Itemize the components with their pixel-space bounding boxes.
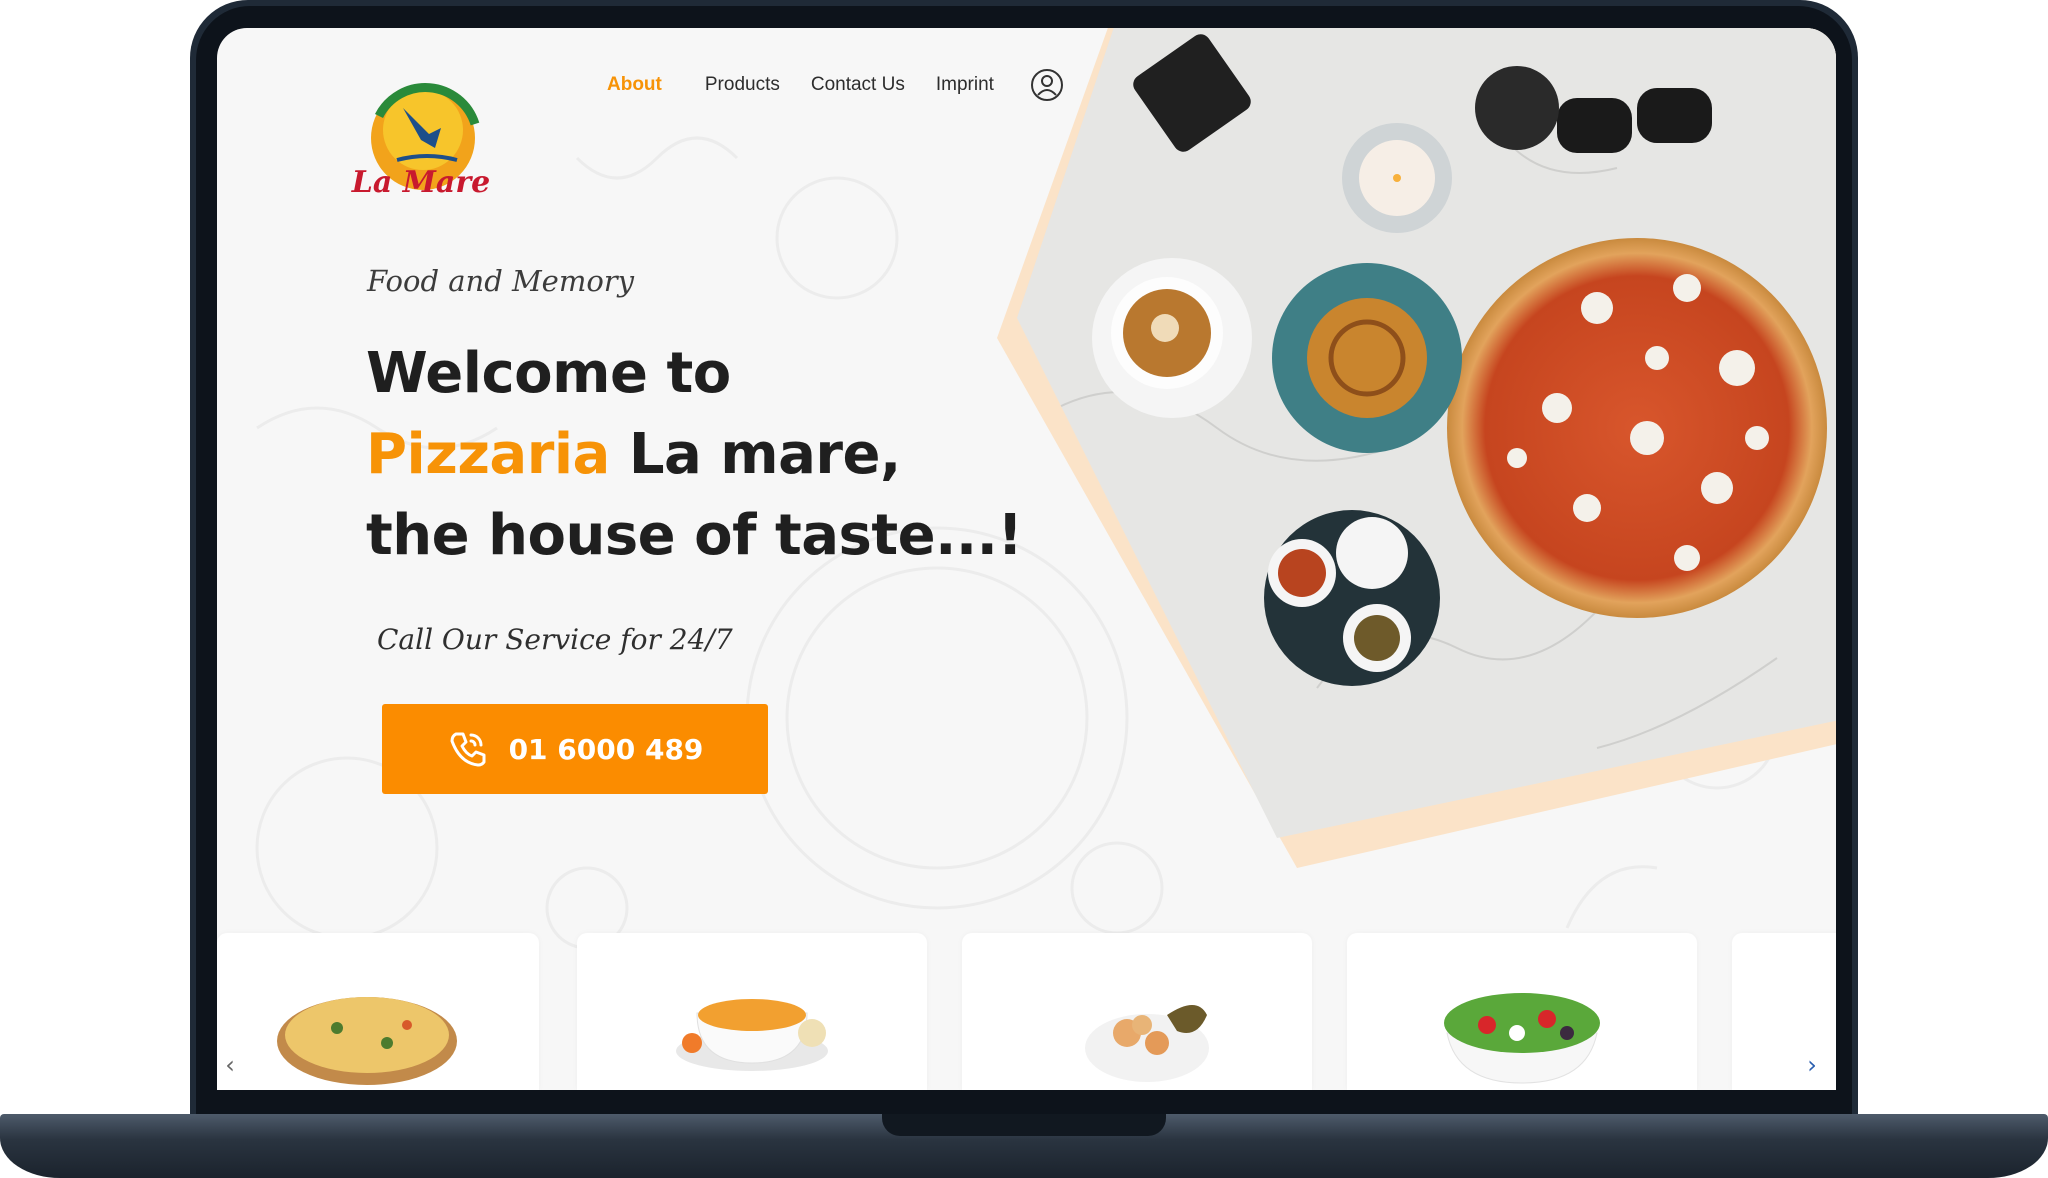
nav-contact-us[interactable]: Contact Us: [811, 74, 905, 96]
la-mare-logo[interactable]: La Mare: [345, 64, 495, 214]
nav-imprint[interactable]: Imprint: [936, 74, 994, 96]
call-phone-button[interactable]: 01 6000 489: [382, 704, 768, 794]
product-image-soup: [676, 999, 828, 1071]
product-card-pizza[interactable]: [217, 933, 539, 1090]
hero-headline: Welcome to Pizzaria La mare, the house o…: [366, 333, 1023, 576]
product-card-salad[interactable]: [1347, 933, 1697, 1090]
headline-line-1: Welcome to: [366, 341, 731, 406]
product-card-soup[interactable]: [577, 933, 927, 1090]
product-image-pizza: [277, 997, 457, 1085]
browser-screen: La Mare About Products Contact Us Imprin…: [217, 28, 1836, 1090]
svg-text:La Mare: La Mare: [351, 165, 491, 200]
carousel-prev-arrow[interactable]: ‹: [217, 1038, 247, 1090]
nav-about[interactable]: About: [607, 74, 662, 96]
product-card-pasta[interactable]: [962, 933, 1312, 1090]
headline-line-2: Pizzaria La mare,: [366, 414, 1022, 495]
phone-icon: [450, 732, 486, 767]
headline-line-2-rest: La mare,: [609, 422, 901, 487]
headline-accent: Pizzaria: [366, 422, 610, 487]
carousel-next-arrow[interactable]: ›: [1795, 1038, 1829, 1090]
hero-tagline: Food and Memory: [367, 264, 635, 298]
hero-food-photo: [997, 28, 1836, 868]
product-image-salad: [1444, 993, 1600, 1084]
nav-products[interactable]: Products: [705, 74, 780, 96]
laptop-notch: [882, 1114, 1166, 1136]
phone-number: 01 6000 489: [508, 732, 704, 766]
product-image-pasta: [1085, 1005, 1209, 1082]
service-text: Call Our Service for 24/7: [377, 623, 733, 656]
headline-line-3: the house of taste...!: [366, 503, 1023, 568]
product-carousel: [217, 933, 1836, 1090]
